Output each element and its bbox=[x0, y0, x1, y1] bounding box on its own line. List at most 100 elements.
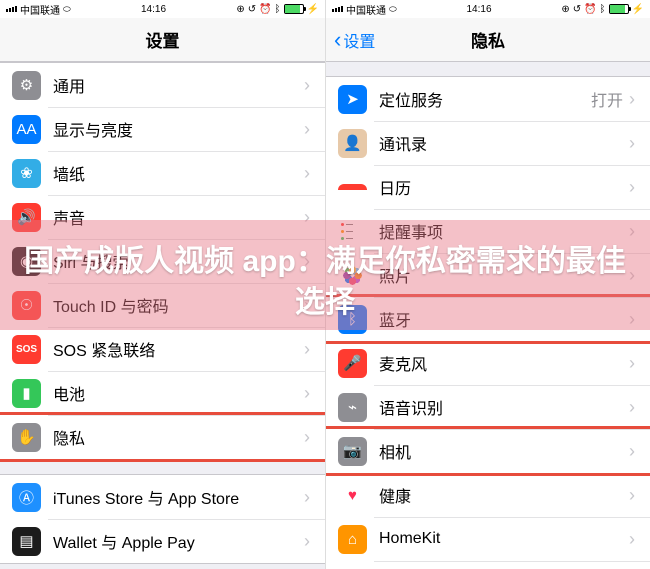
row-label: 提醒事项 bbox=[379, 219, 629, 243]
microphone-icon: 🎤 bbox=[338, 349, 367, 378]
row-label: Wallet 与 Apple Pay bbox=[53, 529, 304, 553]
charging-icon: ⚡ bbox=[632, 4, 644, 15]
row-label: 通用 bbox=[53, 73, 304, 97]
back-label: 设置 bbox=[343, 28, 375, 52]
status-left: 中国联通 ⬭ bbox=[6, 2, 71, 17]
chevron-right-icon: › bbox=[304, 207, 310, 228]
row-siri[interactable]: ◉Siri 与搜索› bbox=[0, 239, 325, 283]
chevron-right-icon: › bbox=[629, 529, 635, 550]
signal-icon bbox=[6, 6, 17, 12]
row-battery[interactable]: ▮ 电池› bbox=[0, 371, 325, 415]
row-homekit[interactable]: ⌂HomeKit› bbox=[326, 517, 650, 561]
row-label: 墙纸 bbox=[53, 161, 304, 185]
row-label: 语音识别 bbox=[379, 395, 629, 419]
sos-icon: SOS bbox=[12, 335, 41, 364]
row-label: 显示与亮度 bbox=[53, 117, 304, 141]
row-location[interactable]: ➤ 定位服务打开 › bbox=[326, 77, 650, 121]
siri-icon: ◉ bbox=[12, 247, 41, 276]
display-icon: AA bbox=[12, 115, 41, 144]
homekit-icon: ⌂ bbox=[338, 525, 367, 554]
chevron-right-icon: › bbox=[629, 397, 635, 418]
wifi-icon: ⬭ bbox=[63, 4, 71, 15]
bluetooth-icon: ᛒ bbox=[275, 4, 281, 15]
row-sos[interactable]: SOSSOS 紧急联络› bbox=[0, 327, 325, 371]
bluetooth-icon: ᛒ bbox=[338, 305, 367, 334]
alarm-icon: ⏰ bbox=[584, 4, 596, 15]
battery-icon: ▮ bbox=[12, 379, 41, 408]
row-privacy[interactable]: ✋隐私› bbox=[0, 415, 325, 459]
row-reminders[interactable]: ———提醒事项› bbox=[326, 209, 650, 253]
touchid-icon: ☉ bbox=[12, 291, 41, 320]
carrier-label: 中国联通 bbox=[20, 2, 60, 17]
status-time: 14:16 bbox=[141, 4, 166, 15]
row-touchid[interactable]: ☉Touch ID 与密码› bbox=[0, 283, 325, 327]
nav-bar: ‹ 设置 隐私 bbox=[326, 18, 650, 62]
row-label: 隐私 bbox=[53, 425, 304, 449]
chevron-right-icon: › bbox=[629, 265, 635, 286]
row-label: 照片 bbox=[379, 263, 629, 287]
sound-icon: 🔊 bbox=[12, 203, 41, 232]
orientation-lock-icon: ⊕ bbox=[561, 4, 569, 15]
chevron-right-icon: › bbox=[629, 133, 635, 154]
status-left: 中国联通 ⬭ bbox=[332, 2, 397, 17]
row-bluetooth[interactable]: ᛒ蓝牙› bbox=[326, 297, 650, 341]
camera-icon: 📷 bbox=[338, 437, 367, 466]
chevron-right-icon: › bbox=[629, 485, 635, 506]
row-photos[interactable]: 照片› bbox=[326, 253, 650, 297]
row-general[interactable]: ⚙ 通用› bbox=[0, 63, 325, 107]
row-label: 电池 bbox=[53, 381, 304, 405]
row-display[interactable]: AA显示与亮度› bbox=[0, 107, 325, 151]
privacy-list[interactable]: ➤定位服务打开›👤通讯录›日历›———提醒事项›照片›ᛒ蓝牙›🎤麦克风›⌁语音识… bbox=[326, 62, 650, 569]
phone-right: 中国联通 ⬭ 14:16 ⊕ ↺ ⏰ ᛒ ⚡ ‹ 设置 隐私 ➤定位服务打开›👤… bbox=[325, 0, 650, 569]
status-bar: 中国联通 ⬭ 14:16 ⊕ ↺ ⏰ ᛒ ⚡ bbox=[0, 0, 325, 18]
chevron-right-icon: › bbox=[629, 89, 635, 110]
chevron-right-icon: › bbox=[304, 383, 310, 404]
wallet-icon: ▤ bbox=[12, 527, 41, 556]
privacy-icon: ✋ bbox=[12, 423, 41, 452]
row-label: 定位服务 bbox=[379, 87, 591, 111]
chevron-right-icon: › bbox=[629, 177, 635, 198]
row-label: 麦克风 bbox=[379, 351, 629, 375]
row-wallpaper[interactable]: ❀ 墙纸› bbox=[0, 151, 325, 195]
battery-icon bbox=[609, 4, 629, 14]
row-music[interactable]: ♫媒体与 Apple Music› bbox=[326, 561, 650, 569]
signal-icon bbox=[332, 6, 343, 12]
health-icon: ♥ bbox=[338, 481, 367, 510]
row-calendar[interactable]: 日历› bbox=[326, 165, 650, 209]
chevron-right-icon: › bbox=[304, 531, 310, 552]
chevron-right-icon: › bbox=[629, 221, 635, 242]
row-label: 声音 bbox=[53, 205, 304, 229]
row-speech[interactable]: ⌁语音识别› bbox=[326, 385, 650, 429]
row-contacts[interactable]: 👤通讯录› bbox=[326, 121, 650, 165]
settings-list[interactable]: ⚙通用›AA显示与亮度›❀墙纸›🔊声音›◉Siri 与搜索›☉Touch ID … bbox=[0, 62, 325, 569]
back-button[interactable]: ‹ 设置 bbox=[334, 28, 375, 52]
wallpaper-icon: ❀ bbox=[12, 159, 41, 188]
row-label: 日历 bbox=[379, 175, 629, 199]
status-time: 14:16 bbox=[466, 4, 491, 15]
location-icon: ➤ bbox=[338, 85, 367, 114]
status-bar: 中国联通 ⬭ 14:16 ⊕ ↺ ⏰ ᛒ ⚡ bbox=[326, 0, 650, 18]
nav-bar: 设置 bbox=[0, 18, 325, 62]
row-label: iTunes Store 与 App Store bbox=[53, 485, 304, 509]
carrier-label: 中国联通 bbox=[346, 2, 386, 17]
general-icon: ⚙ bbox=[12, 71, 41, 100]
row-sound[interactable]: 🔊 声音› bbox=[0, 195, 325, 239]
row-label: Touch ID 与密码 bbox=[53, 293, 304, 317]
chevron-left-icon: ‹ bbox=[334, 29, 341, 51]
orientation-lock-icon: ⊕ bbox=[236, 4, 244, 15]
calendar-icon bbox=[338, 173, 367, 202]
nav-title: 隐私 bbox=[471, 27, 505, 52]
row-value: 打开 bbox=[591, 87, 623, 111]
chevron-right-icon: › bbox=[629, 441, 635, 462]
row-camera[interactable]: 📷相机› bbox=[326, 429, 650, 473]
chevron-right-icon: › bbox=[304, 75, 310, 96]
location-icon: ↺ bbox=[573, 4, 581, 15]
row-appstore[interactable]: ⒶiTunes Store 与 App Store› bbox=[0, 475, 325, 519]
chevron-right-icon: › bbox=[304, 251, 310, 272]
row-label: 健康 bbox=[379, 483, 629, 507]
row-wallet[interactable]: ▤ Wallet 与 Apple Pay› bbox=[0, 519, 325, 563]
photos-icon bbox=[338, 261, 367, 290]
chevron-right-icon: › bbox=[304, 163, 310, 184]
row-microphone[interactable]: 🎤麦克风› bbox=[326, 341, 650, 385]
row-health[interactable]: ♥ 健康› bbox=[326, 473, 650, 517]
